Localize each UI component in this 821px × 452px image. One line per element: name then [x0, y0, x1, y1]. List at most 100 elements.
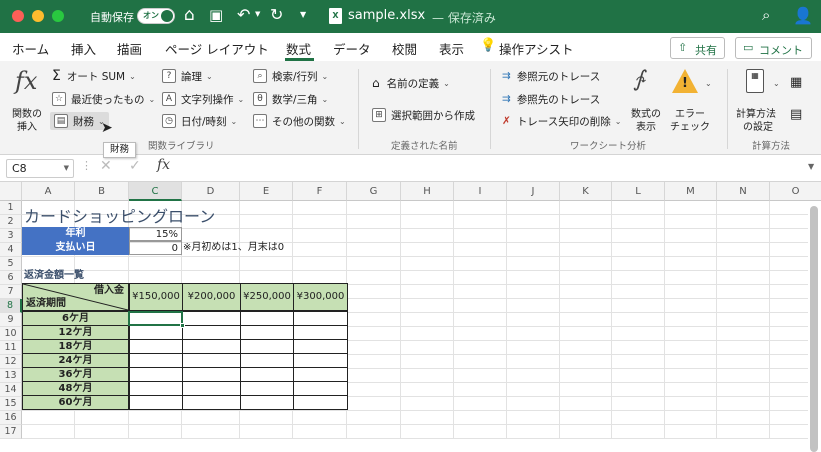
undo-dropdown-icon[interactable]: ▼	[255, 10, 260, 18]
logical-button[interactable]: ? 論理 ⌄	[162, 67, 213, 85]
tab-view[interactable]: 表示	[439, 39, 464, 58]
recently-used-button[interactable]: ☆ 最近使ったもの ⌄	[52, 90, 155, 108]
payment-cell[interactable]	[182, 395, 241, 410]
show-formulas-button[interactable]: ∱ 数式の 表示	[630, 67, 662, 133]
cancel-icon[interactable]: ✕	[100, 158, 112, 174]
row-header-12[interactable]: 12	[0, 355, 22, 369]
undo-icon[interactable]: ↶	[237, 5, 250, 24]
select-all-corner[interactable]	[0, 182, 22, 201]
payment-cell[interactable]	[129, 339, 183, 354]
calculate-now-icon[interactable]: ▦	[790, 75, 802, 90]
payday-label[interactable]: 支払い日	[22, 241, 129, 255]
row-header-7[interactable]: 7	[0, 285, 22, 299]
loan-amount-header[interactable]: ¥300,000	[293, 283, 348, 311]
insert-function-button[interactable]: fx 関数の 挿入	[6, 65, 44, 133]
column-header-H[interactable]: H	[401, 182, 454, 201]
loan-amount-header[interactable]: ¥250,000	[240, 283, 294, 311]
payment-cell[interactable]	[182, 381, 241, 396]
name-box[interactable]: C8 ▼	[6, 159, 74, 178]
calculation-options-button[interactable]: ▦ ⌄ 計算方法 の設定	[736, 67, 784, 133]
payment-cell[interactable]	[240, 339, 294, 354]
row-header-5[interactable]: 5	[0, 257, 22, 271]
period-label[interactable]: 12ケ月	[22, 325, 129, 340]
row-header-13[interactable]: 13	[0, 369, 22, 383]
payment-cell[interactable]	[182, 311, 241, 326]
column-header-M[interactable]: M	[665, 182, 717, 201]
calculate-sheet-icon[interactable]: ▤	[790, 107, 802, 122]
column-header-A[interactable]: A	[22, 182, 75, 201]
tab-data[interactable]: データ	[333, 39, 371, 58]
payment-cell[interactable]	[129, 325, 183, 340]
payment-cell[interactable]	[240, 367, 294, 382]
payment-cell[interactable]	[129, 353, 183, 368]
formula-input[interactable]	[182, 159, 802, 178]
tell-me-search[interactable]: 操作アシスト	[499, 39, 574, 58]
payment-cell[interactable]	[240, 325, 294, 340]
payment-cell[interactable]	[129, 367, 183, 382]
customize-toolbar-icon[interactable]: ▼	[300, 10, 306, 19]
sheet-title[interactable]: カードショッピングローン	[24, 206, 215, 228]
column-header-B[interactable]: B	[75, 182, 129, 201]
autosave-toggle[interactable]: オン	[137, 8, 175, 24]
payment-cell[interactable]	[182, 367, 241, 382]
period-label[interactable]: 24ケ月	[22, 353, 129, 368]
math-trig-button[interactable]: θ 数学/三角 ⌄	[253, 90, 328, 108]
vertical-scrollbar[interactable]	[810, 206, 818, 452]
define-name-button[interactable]: ⌂ 名前の定義 ⌄	[372, 74, 450, 92]
loan-amount-header[interactable]: ¥200,000	[182, 283, 241, 311]
tab-formulas[interactable]: 数式	[286, 39, 311, 58]
payment-cell[interactable]	[240, 311, 294, 326]
column-header-F[interactable]: F	[293, 182, 347, 201]
home-icon[interactable]: ⌂	[184, 5, 195, 25]
column-header-K[interactable]: K	[560, 182, 612, 201]
financial-button[interactable]: ▤ 財務 ⌄	[50, 112, 109, 130]
row-header-4[interactable]: 4	[0, 243, 22, 257]
table-title[interactable]: 返済金額一覧	[24, 269, 84, 283]
remove-arrows-button[interactable]: ✗ トレース矢印の削除 ⌄	[502, 112, 622, 130]
more-functions-button[interactable]: ⋯ その他の関数 ⌄	[253, 112, 346, 130]
create-from-selection-button[interactable]: ⊞ 選択範囲から作成	[372, 106, 475, 124]
trace-precedents-button[interactable]: ⇉ 参照元のトレース	[502, 67, 600, 85]
payment-cell[interactable]	[293, 381, 348, 396]
row-header-1[interactable]: 1	[0, 201, 22, 215]
period-label[interactable]: 18ケ月	[22, 339, 129, 354]
column-header-C[interactable]: C	[129, 182, 182, 201]
payment-cell[interactable]	[293, 367, 348, 382]
column-header-G[interactable]: G	[347, 182, 401, 201]
tab-insert[interactable]: 挿入	[71, 39, 96, 58]
row-header-15[interactable]: 15	[0, 397, 22, 411]
minimize-window-button[interactable]	[32, 10, 44, 22]
row-header-2[interactable]: 2	[0, 215, 22, 229]
rate-label[interactable]: 年利	[22, 227, 129, 241]
date-time-button[interactable]: ◷ 日付/時刻 ⌄	[162, 112, 237, 130]
rate-value[interactable]: 15%	[129, 227, 182, 241]
autosum-button[interactable]: Σ オート SUM ⌄	[52, 67, 136, 85]
row-header-16[interactable]: 16	[0, 411, 22, 425]
enter-icon[interactable]: ✓	[129, 158, 141, 174]
share-button[interactable]: ⇧ 共有	[670, 37, 725, 59]
payment-cell[interactable]	[129, 381, 183, 396]
period-label[interactable]: 6ケ月	[22, 311, 129, 326]
loan-amount-header[interactable]: ¥150,000	[129, 283, 183, 311]
column-header-L[interactable]: L	[612, 182, 665, 201]
payment-cell[interactable]	[182, 353, 241, 368]
selected-cell-C8[interactable]	[128, 311, 183, 326]
close-window-button[interactable]	[12, 10, 24, 22]
column-header-I[interactable]: I	[454, 182, 507, 201]
row-header-11[interactable]: 11	[0, 341, 22, 355]
row-header-14[interactable]: 14	[0, 383, 22, 397]
save-icon[interactable]: ▣	[209, 6, 223, 24]
column-header-D[interactable]: D	[182, 182, 240, 201]
account-icon[interactable]: 👤	[793, 6, 813, 25]
payment-cell[interactable]	[293, 339, 348, 354]
insert-function-icon[interactable]: fx	[157, 157, 170, 173]
payment-cell[interactable]	[240, 381, 294, 396]
payment-cell[interactable]	[293, 353, 348, 368]
comments-button[interactable]: ▭ コメント	[735, 37, 812, 59]
payment-cell[interactable]	[129, 395, 183, 410]
payment-cell[interactable]	[182, 325, 241, 340]
expand-formula-bar-icon[interactable]: ▼	[808, 162, 814, 171]
period-label[interactable]: 36ケ月	[22, 367, 129, 382]
column-header-O[interactable]: O	[770, 182, 821, 201]
fill-handle[interactable]	[180, 323, 185, 328]
